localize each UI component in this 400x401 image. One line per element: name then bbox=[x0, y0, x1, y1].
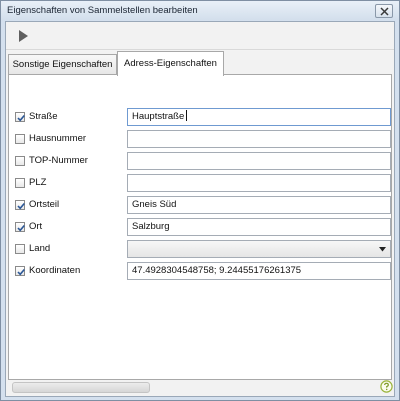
field-row-ortsteil: Ortsteil Gneis Süd bbox=[9, 195, 393, 215]
top-nummer-checkbox[interactable] bbox=[15, 156, 25, 166]
tab-adress-eigenschaften[interactable]: Adress-Eigenschaften bbox=[117, 51, 224, 76]
top-nummer-label: TOP-Nummer bbox=[29, 155, 88, 166]
field-row-plz: PLZ bbox=[9, 173, 393, 193]
checkmark-icon bbox=[17, 202, 25, 210]
close-icon bbox=[380, 7, 389, 16]
checkmark-icon bbox=[17, 268, 25, 276]
field-row-ort: Ort Salzburg bbox=[9, 217, 393, 237]
address-properties-panel: Straße Hauptstraße Hausnummer TOP-Nummer… bbox=[8, 74, 392, 380]
land-checkbox[interactable] bbox=[15, 244, 25, 254]
field-row-top-nummer: TOP-Nummer bbox=[9, 151, 393, 171]
dialog-body: Sonstige Eigenschaften Adress-Eigenschaf… bbox=[5, 21, 395, 397]
tab-sonstige-eigenschaften[interactable]: Sonstige Eigenschaften bbox=[8, 54, 117, 75]
strasse-input[interactable]: Hauptstraße bbox=[127, 108, 391, 126]
title-bar[interactable]: Eigenschaften von Sammelstellen bearbeit… bbox=[1, 1, 399, 20]
hausnummer-label: Hausnummer bbox=[29, 133, 87, 144]
help-icon bbox=[380, 380, 393, 393]
strasse-value: Hauptstraße bbox=[132, 111, 185, 122]
hausnummer-checkbox[interactable] bbox=[15, 134, 25, 144]
tab-strip: Sonstige Eigenschaften Adress-Eigenschaf… bbox=[6, 51, 394, 76]
ortsteil-input[interactable]: Gneis Süd bbox=[127, 196, 391, 214]
field-row-hausnummer: Hausnummer bbox=[9, 129, 393, 149]
horizontal-scrollbar[interactable] bbox=[12, 382, 150, 393]
run-button[interactable] bbox=[16, 29, 30, 43]
land-label: Land bbox=[29, 243, 51, 254]
footer-bar bbox=[6, 380, 394, 396]
field-row-land: Land bbox=[9, 239, 393, 259]
ortsteil-label: Ortsteil bbox=[29, 199, 60, 210]
koordinaten-label: Koordinaten bbox=[29, 265, 81, 276]
plz-label: PLZ bbox=[29, 177, 47, 188]
play-icon bbox=[19, 30, 28, 42]
toolbar bbox=[6, 22, 394, 50]
strasse-label: Straße bbox=[29, 111, 58, 122]
ort-input[interactable]: Salzburg bbox=[127, 218, 391, 236]
ort-checkbox[interactable] bbox=[15, 222, 25, 232]
land-select[interactable] bbox=[127, 240, 391, 258]
text-caret bbox=[186, 110, 188, 121]
dialog-window: Eigenschaften von Sammelstellen bearbeit… bbox=[0, 0, 400, 401]
help-button[interactable] bbox=[380, 380, 393, 393]
plz-checkbox[interactable] bbox=[15, 178, 25, 188]
window-title: Eigenschaften von Sammelstellen bearbeit… bbox=[7, 5, 198, 16]
close-button[interactable] bbox=[375, 4, 393, 18]
hausnummer-input[interactable] bbox=[127, 130, 391, 148]
top-nummer-input[interactable] bbox=[127, 152, 391, 170]
dropdown-arrow-icon bbox=[379, 247, 386, 252]
ort-label: Ort bbox=[29, 221, 43, 232]
koordinaten-input[interactable]: 47.4928304548758; 9.24455176261375 bbox=[127, 262, 391, 280]
koordinaten-checkbox[interactable] bbox=[15, 266, 25, 276]
checkmark-icon bbox=[17, 114, 25, 122]
field-row-strasse: Straße Hauptstraße bbox=[9, 107, 393, 127]
plz-input[interactable] bbox=[127, 174, 391, 192]
ortsteil-checkbox[interactable] bbox=[15, 200, 25, 210]
checkmark-icon bbox=[17, 224, 25, 232]
strasse-checkbox[interactable] bbox=[15, 112, 25, 122]
field-row-koordinaten: Koordinaten 47.4928304548758; 9.24455176… bbox=[9, 261, 393, 281]
